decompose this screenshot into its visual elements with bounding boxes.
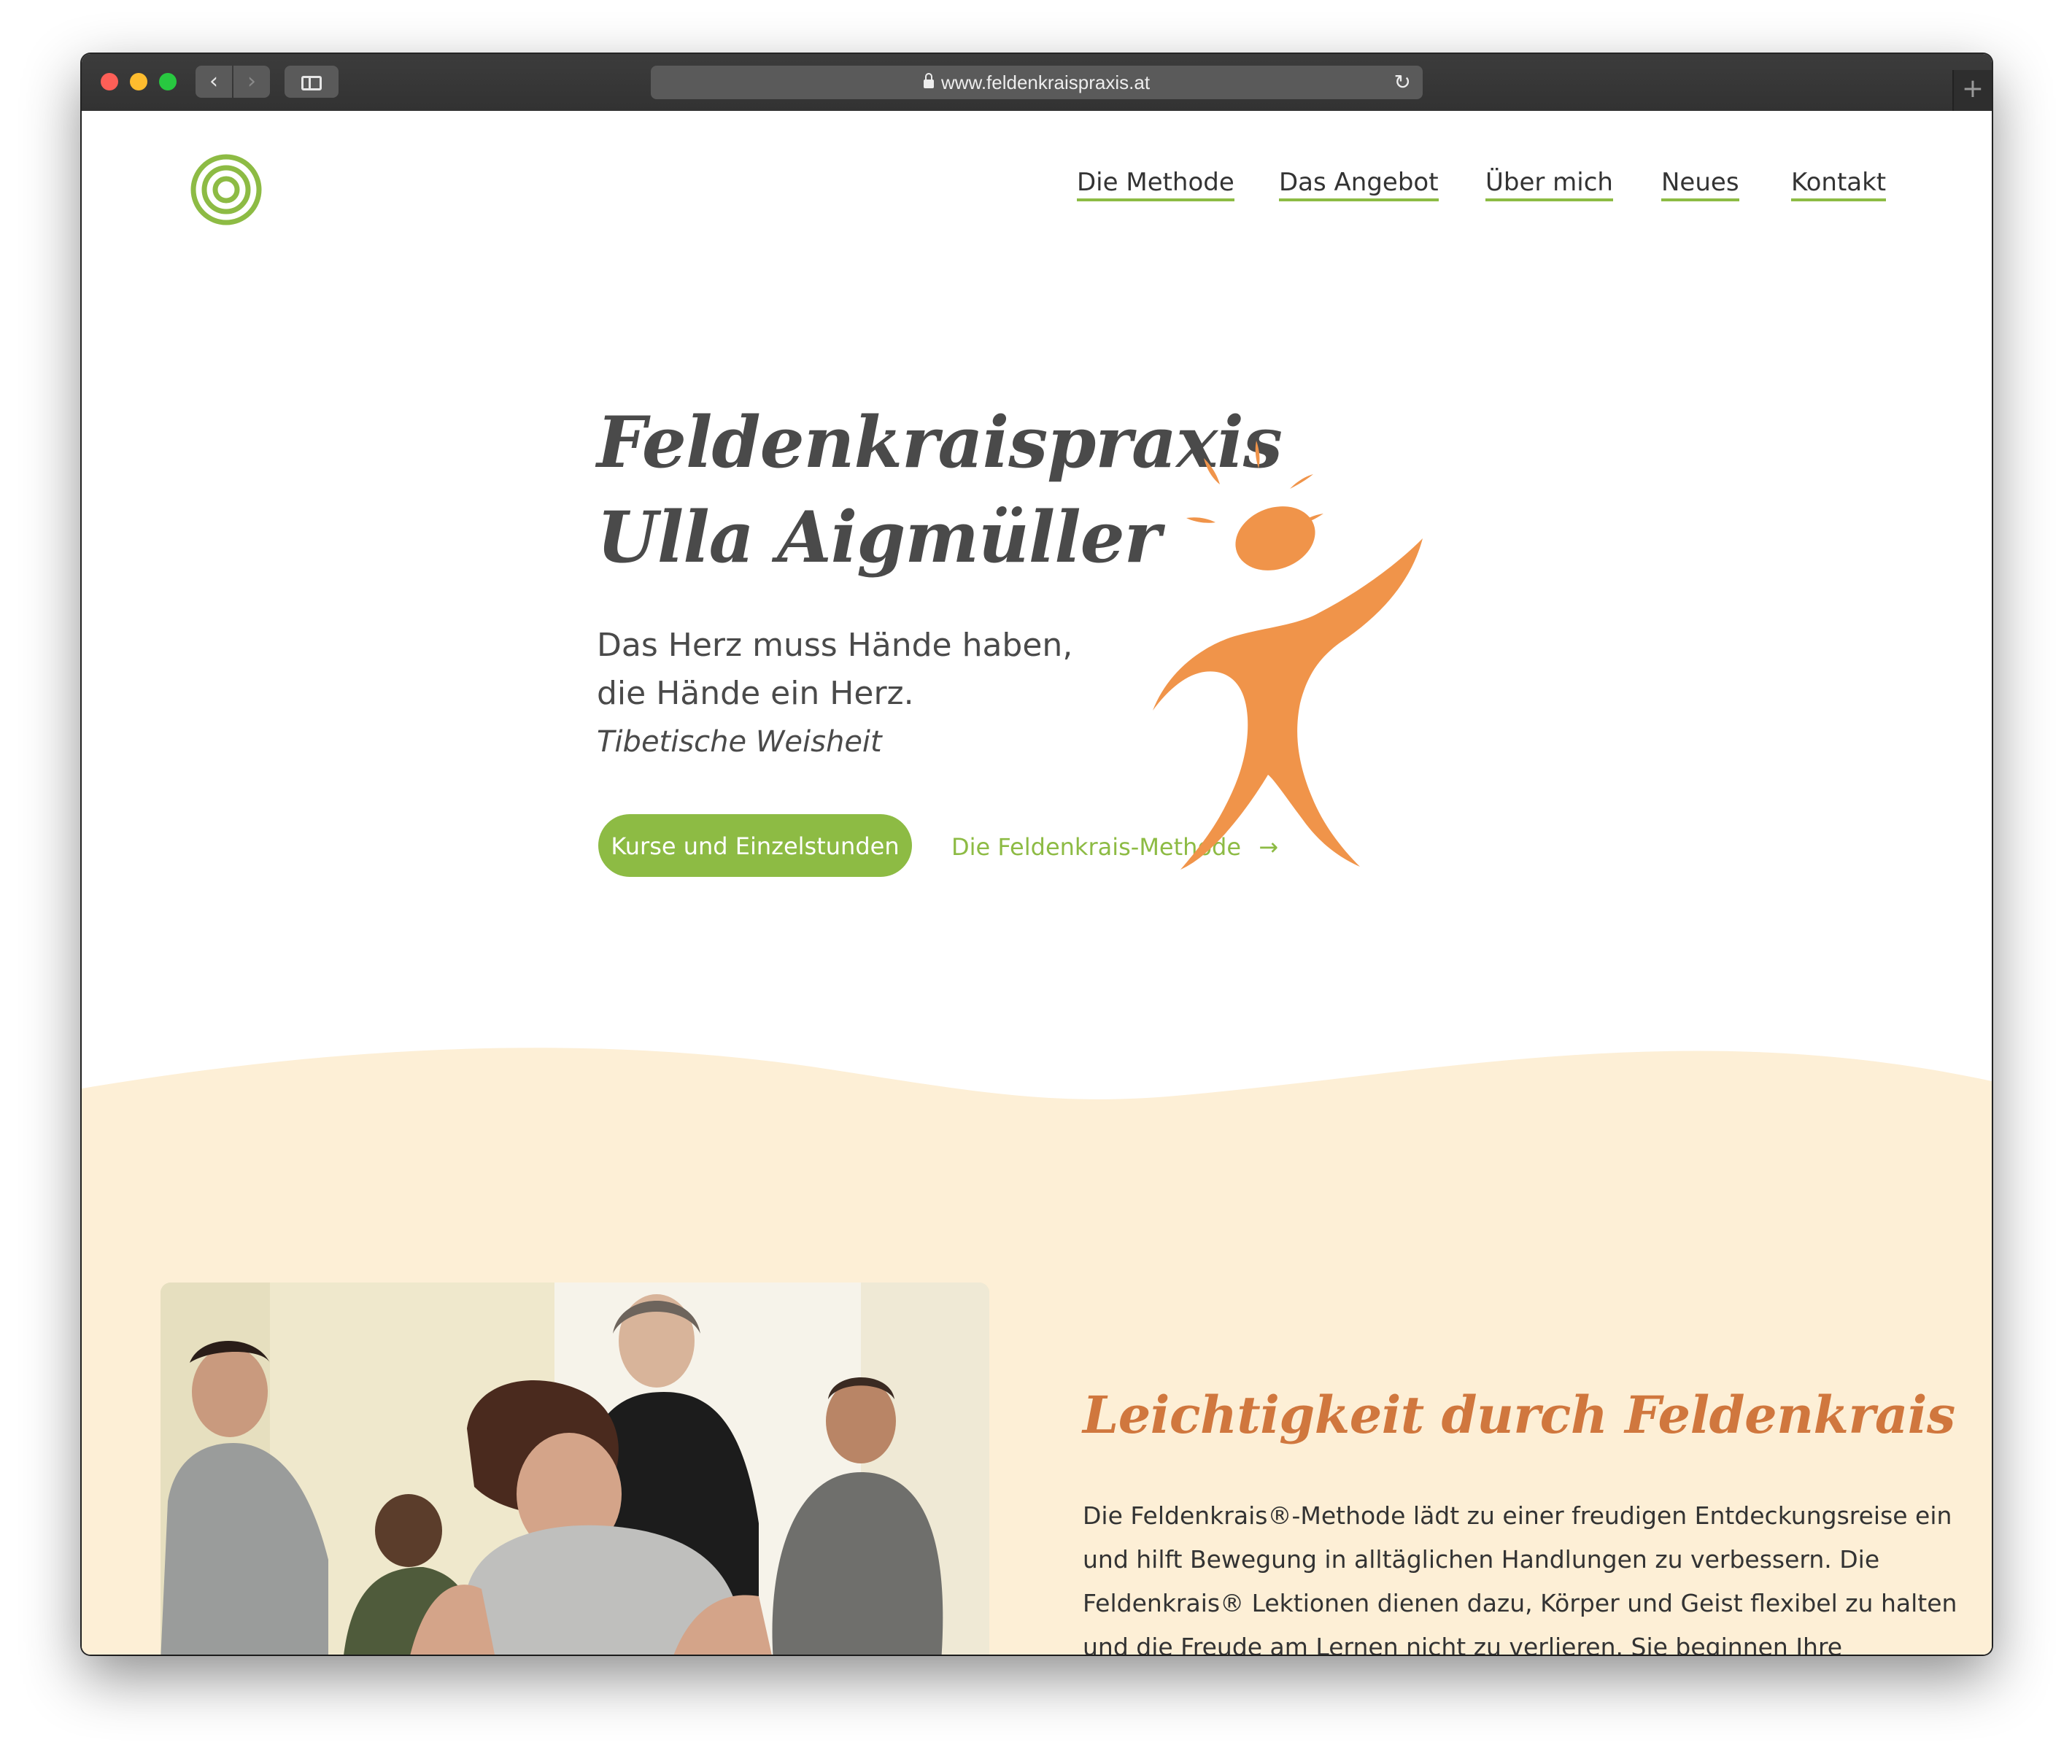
nav-item-neues[interactable]: Neues <box>1661 168 1739 201</box>
quote-line-1: Das Herz muss Hände haben, <box>597 627 1073 664</box>
nav-item-das-angebot[interactable]: Das Angebot <box>1279 168 1439 201</box>
chevron-right-icon: › <box>247 69 256 94</box>
forward-button[interactable]: › <box>233 66 270 98</box>
site-logo-icon[interactable] <box>190 153 263 226</box>
back-button[interactable]: ‹ <box>196 66 232 98</box>
body-line-3: Feldenkrais® Lektionen dienen dazu, Körp… <box>1083 1589 1957 1617</box>
body-line-1: Die Feldenkrais®-Methode lädt zu einer f… <box>1083 1501 1952 1530</box>
section-body-text: Die Feldenkrais®-Methode lädt zu einer f… <box>1083 1494 1957 1655</box>
nav-item-ueber-mich[interactable]: Über mich <box>1485 168 1613 201</box>
nav-item-die-methode[interactable]: Die Methode <box>1077 168 1234 201</box>
courses-button[interactable]: Kurse und Einzelstunden <box>598 814 912 877</box>
close-window-button[interactable] <box>101 73 118 90</box>
address-bar[interactable]: www.feldenkraispraxis.at ↻ <box>651 66 1423 99</box>
dancing-figure-illustration <box>1153 441 1423 870</box>
url-text: www.feldenkraispraxis.at <box>940 71 1151 93</box>
browser-toolbar: ‹ › www.feldenkraispraxis.at ↻ + <box>82 54 1992 112</box>
quote-line-2: die Hände ein Herz. <box>597 675 914 712</box>
browser-window: ‹ › www.feldenkraispraxis.at ↻ + Die Met… <box>82 54 1992 1655</box>
sidebar-icon <box>301 76 322 90</box>
feldenkrais-group-photo <box>161 1283 989 1655</box>
sidebar-toggle-button[interactable] <box>285 66 339 98</box>
new-tab-button[interactable]: + <box>1952 70 1992 111</box>
quote-source: Tibetische Weisheit <box>597 725 882 759</box>
body-line-2: und hilft Bewegung in alltäglichen Handl… <box>1083 1545 1880 1574</box>
chevron-left-icon: ‹ <box>209 69 218 94</box>
minimize-window-button[interactable] <box>130 73 147 90</box>
plus-icon: + <box>1961 74 1984 104</box>
page-content: Die Methode Das Angebot Über mich Neues … <box>82 111 1992 1655</box>
zoom-window-button[interactable] <box>159 73 177 90</box>
hero-quote: Das Herz muss Hände haben, die Hände ein… <box>597 622 1072 718</box>
section-title: Leichtigkeit durch Feldenkrais <box>1083 1385 1955 1445</box>
lock-icon <box>923 73 934 88</box>
body-line-4: und die Freude am Lernen nicht zu verlie… <box>1083 1633 1843 1655</box>
nav-item-kontakt[interactable]: Kontakt <box>1791 168 1887 201</box>
reload-icon[interactable]: ↻ <box>1394 66 1411 99</box>
